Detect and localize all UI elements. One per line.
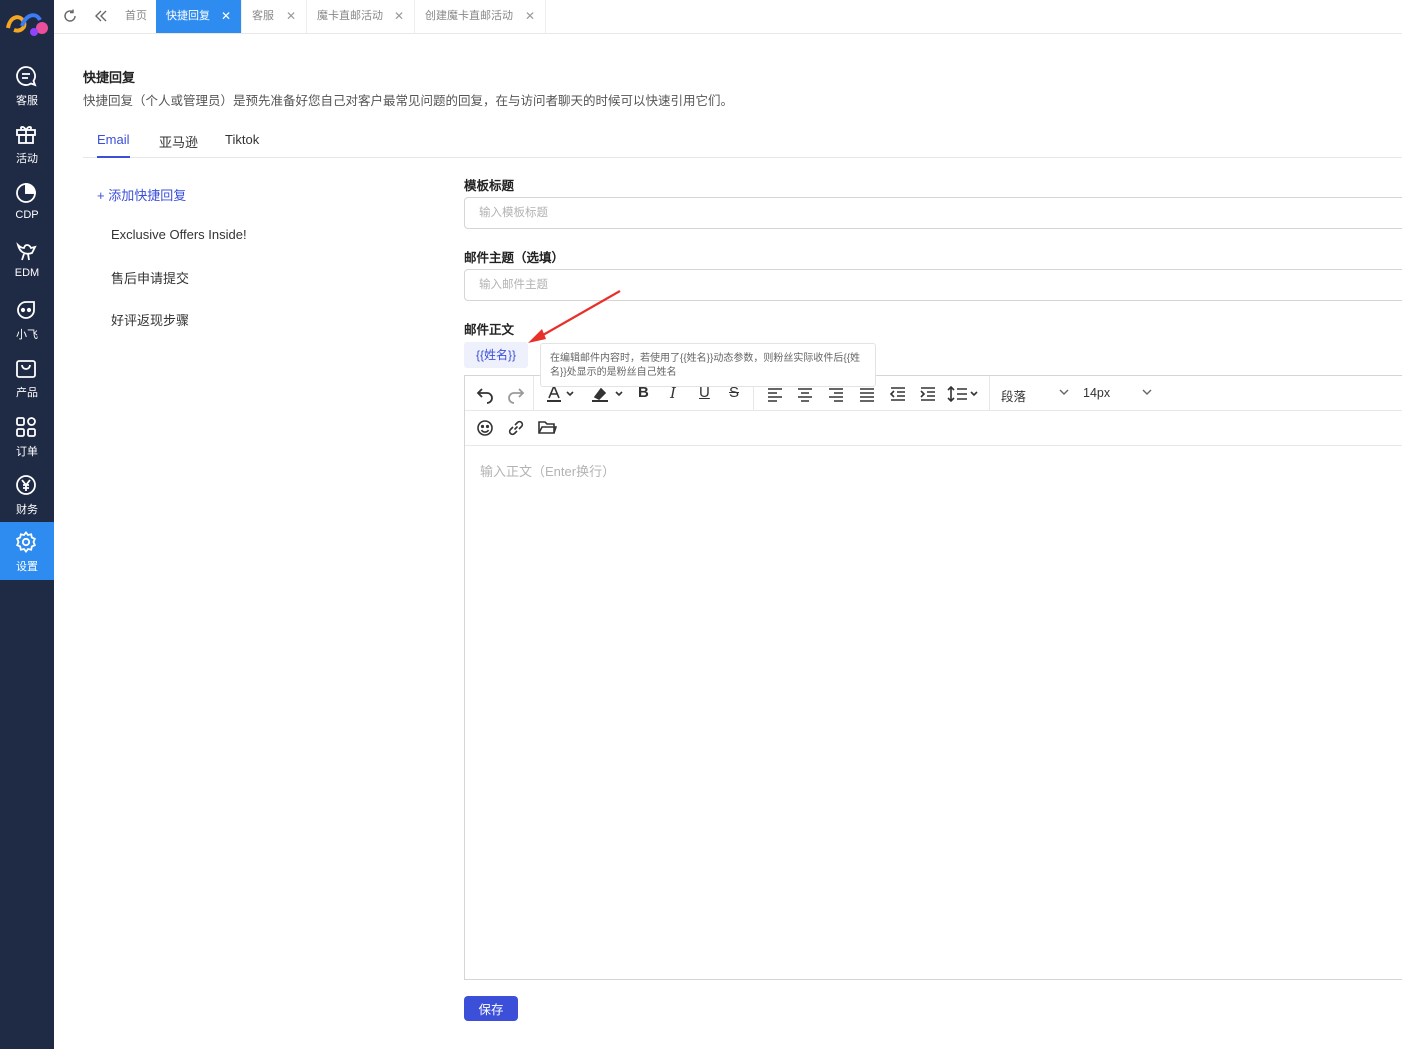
nav-xiaofei[interactable]: 小飞	[0, 290, 54, 348]
outdent-icon[interactable]	[888, 384, 908, 404]
undo-icon[interactable]	[475, 384, 495, 404]
list-item[interactable]: 售后申请提交	[111, 268, 189, 287]
top-tab-bar: 首页 快捷回复 ✕ 客服 ✕ 魔卡直邮活动 ✕ 创建魔卡直邮活动 ✕	[54, 0, 1402, 34]
list-item[interactable]: Exclusive Offers Inside!	[111, 227, 247, 242]
add-quick-reply-button[interactable]: + 添加快捷回复	[97, 185, 186, 204]
annotation-arrow-icon	[528, 290, 621, 343]
save-button[interactable]: 保存	[464, 996, 518, 1021]
close-icon[interactable]: ✕	[221, 0, 231, 33]
nav-label: 产品	[16, 387, 38, 399]
line-height-icon[interactable]	[947, 384, 981, 404]
nav-settings[interactable]: 设置	[0, 522, 54, 580]
name-variable-chip[interactable]: {{姓名}}	[464, 342, 528, 368]
nav-orders[interactable]: 订单	[0, 407, 54, 465]
close-icon[interactable]: ✕	[394, 0, 404, 33]
subject-label: 邮件主题（选填）	[464, 251, 565, 265]
collapse-double-left-icon[interactable]	[93, 8, 109, 24]
chat-icon	[16, 66, 37, 87]
align-left-icon[interactable]	[765, 384, 785, 404]
nav-activity[interactable]: 活动	[0, 114, 54, 172]
tab-tiktok[interactable]: Tiktok	[225, 132, 259, 158]
nav-edm[interactable]: EDM	[0, 231, 54, 289]
shopping-bag-icon	[16, 360, 36, 378]
tab-quick-reply[interactable]: 快捷回复 ✕	[156, 0, 242, 33]
platform-tabs: Email 亚马逊 Tiktok	[83, 128, 1402, 158]
tab-email[interactable]: Email	[97, 132, 130, 158]
nav-label: 订单	[16, 446, 38, 458]
close-icon[interactable]: ✕	[286, 0, 296, 33]
pie-chart-icon	[16, 183, 36, 203]
nav-finance[interactable]: 财务	[0, 465, 54, 523]
nav-label: CDP	[15, 209, 39, 221]
nav-label: 设置	[16, 561, 38, 573]
tab-home[interactable]: 首页	[115, 0, 155, 33]
chevron-down-icon[interactable]	[1057, 385, 1071, 399]
link-icon[interactable]	[506, 418, 526, 438]
font-color-icon[interactable]	[545, 384, 575, 404]
list-item[interactable]: 好评返现步骤	[111, 310, 189, 329]
page-title: 快捷回复	[83, 70, 136, 85]
tab-customer-service[interactable]: 客服 ✕	[242, 0, 307, 33]
redo-icon[interactable]	[506, 384, 526, 404]
tab-label: 首页	[125, 10, 147, 22]
chevron-down-icon[interactable]	[1140, 385, 1154, 399]
align-justify-icon[interactable]	[857, 384, 877, 404]
align-right-icon[interactable]	[826, 384, 846, 404]
align-center-icon[interactable]	[795, 384, 815, 404]
tab-create-moka-mail-activity[interactable]: 创建魔卡直邮活动 ✕	[415, 0, 546, 33]
nav-customer-service[interactable]: 客服	[0, 56, 54, 114]
app-logo	[6, 13, 48, 36]
close-icon[interactable]: ✕	[525, 0, 535, 33]
left-sidebar: 客服 活动 CDP EDM 小飞 产品 订单 财务 设置	[0, 0, 54, 1049]
nav-label: EDM	[14, 267, 40, 279]
robot-face-icon	[17, 301, 35, 319]
template-title-label: 模板标题	[464, 179, 515, 193]
gift-icon	[16, 126, 36, 144]
emoji-icon[interactable]	[475, 418, 495, 438]
rich-text-editor: B I U S 段落 14px 输入正文（Enter换行）	[464, 375, 1402, 980]
grid-icon	[16, 417, 36, 437]
nav-products[interactable]: 产品	[0, 348, 54, 406]
template-title-input[interactable]	[464, 197, 1402, 229]
tab-moka-mail-activity[interactable]: 魔卡直邮活动 ✕	[307, 0, 415, 33]
tab-label: 创建魔卡直邮活动	[425, 10, 513, 22]
paragraph-select[interactable]: 段落	[1001, 386, 1026, 405]
bird-icon	[16, 242, 37, 261]
highlight-color-icon[interactable]	[590, 384, 628, 404]
nav-cdp[interactable]: CDP	[0, 173, 54, 231]
gear-icon	[16, 531, 36, 553]
tab-label: 客服	[252, 10, 274, 22]
tab-amazon[interactable]: 亚马逊	[159, 132, 198, 158]
font-size-select[interactable]: 14px	[1083, 386, 1110, 400]
folder-icon[interactable]	[537, 417, 557, 437]
tab-label: 快捷回复	[166, 10, 210, 22]
variable-tooltip: 在编辑邮件内容时，若使用了{{姓名}}动态参数，则粉丝实际收件后{{姓名}}处显…	[540, 343, 876, 387]
refresh-icon[interactable]	[62, 8, 78, 24]
editor-toolbar-row2	[465, 411, 1402, 446]
nav-label: 活动	[16, 153, 38, 165]
page-description: 快捷回复（个人或管理员）是预先准备好您自己对客户最常见问题的回复，在与访问者聊天…	[83, 94, 734, 108]
editor-body-placeholder[interactable]: 输入正文（Enter换行）	[480, 461, 615, 480]
tab-label: 魔卡直邮活动	[317, 10, 383, 22]
nav-label: 财务	[16, 504, 38, 516]
indent-icon[interactable]	[918, 384, 938, 404]
nav-label: 小飞	[16, 329, 38, 341]
yuan-icon	[16, 475, 36, 495]
body-label: 邮件正文	[464, 323, 515, 337]
nav-label: 客服	[16, 95, 38, 107]
